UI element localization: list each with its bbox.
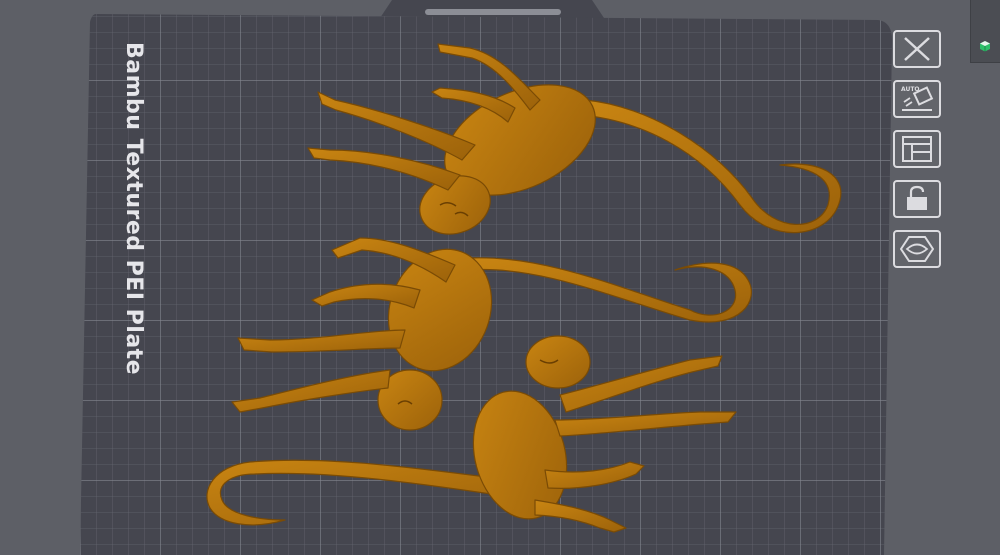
view-cube-icon[interactable]	[979, 40, 991, 52]
unlock-icon	[907, 185, 927, 210]
arrange-icon	[902, 136, 932, 162]
plate-toolbar: AUTO	[893, 30, 947, 280]
view-cube-panel[interactable]	[970, 0, 1000, 63]
arrange-button[interactable]	[893, 130, 941, 168]
3d-viewport[interactable]: Bambu Textured PEI Plate AUTO	[0, 0, 1000, 555]
close-icon	[904, 37, 930, 61]
auto-label: AUTO	[901, 86, 920, 93]
lock-button[interactable]	[893, 180, 941, 218]
plate-label: Bambu Textured PEI Plate	[112, 42, 152, 375]
auto-orient-button[interactable]: AUTO	[893, 80, 941, 118]
plate-label-text: Bambu Textured PEI Plate	[121, 42, 146, 376]
settings-button[interactable]	[893, 230, 941, 268]
hexagon-eye-icon	[900, 236, 934, 262]
plate-tab-slot	[425, 9, 561, 15]
close-plate-button[interactable]	[893, 30, 941, 68]
